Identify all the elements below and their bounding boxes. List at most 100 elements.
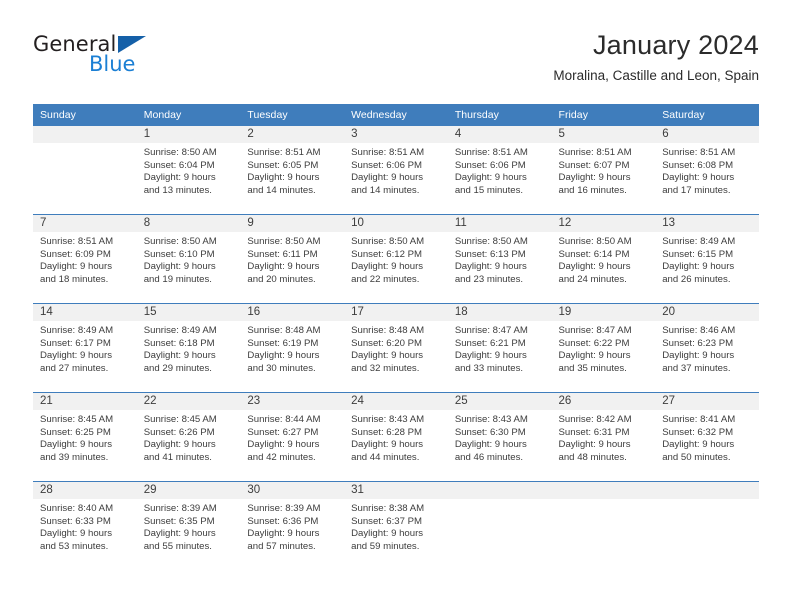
- day-number: 15: [136, 304, 241, 321]
- sunset-text: Sunset: 6:06 PM: [351, 159, 423, 171]
- day-cell[interactable]: [551, 481, 656, 570]
- week-row: 7 Sunrise: 8:51 AM Sunset: 6:09 PM Dayli…: [33, 214, 759, 304]
- day-cell[interactable]: 29 Sunrise: 8:39 AM Sunset: 6:35 PM Dayl…: [136, 481, 241, 570]
- day-cell[interactable]: 19 Sunrise: 8:47 AM Sunset: 6:22 PM Dayl…: [551, 303, 656, 393]
- sunrise-text: Sunrise: 8:51 AM: [662, 147, 736, 158]
- daylight-text-line2: and 37 minutes.: [662, 362, 731, 374]
- daylight-text-line1: Daylight: 9 hours: [247, 172, 320, 184]
- sunrise-text: Sunrise: 8:50 AM: [143, 236, 217, 247]
- sunset-text: Sunset: 6:35 PM: [143, 515, 215, 527]
- day-cell[interactable]: 21 Sunrise: 8:45 AM Sunset: 6:25 PM Dayl…: [33, 392, 137, 482]
- day-cell[interactable]: 26 Sunrise: 8:42 AM Sunset: 6:31 PM Dayl…: [551, 392, 656, 482]
- logo-triangle-icon: [118, 36, 146, 53]
- sunrise-text: Sunrise: 8:51 AM: [558, 147, 632, 158]
- calendar-body: 1 Sunrise: 8:50 AM Sunset: 6:04 PM Dayli…: [33, 126, 759, 570]
- sunset-text: Sunset: 6:18 PM: [143, 337, 215, 349]
- sunrise-text: Sunrise: 8:50 AM: [143, 147, 217, 158]
- day-cell[interactable]: 27 Sunrise: 8:41 AM Sunset: 6:32 PM Dayl…: [655, 392, 759, 482]
- day-cell[interactable]: [33, 126, 137, 215]
- day-number: 21: [33, 393, 137, 410]
- sunrise-text: Sunrise: 8:42 AM: [558, 414, 632, 425]
- day-cell[interactable]: 25 Sunrise: 8:43 AM Sunset: 6:30 PM Dayl…: [447, 392, 552, 482]
- day-number: 11: [447, 215, 552, 232]
- day-number: 19: [551, 304, 656, 321]
- general-blue-logo[interactable]: General Blue: [33, 32, 243, 88]
- day-cell[interactable]: 5 Sunrise: 8:51 AM Sunset: 6:07 PM Dayli…: [551, 126, 656, 215]
- day-cell[interactable]: 13 Sunrise: 8:49 AM Sunset: 6:15 PM Dayl…: [655, 214, 759, 304]
- day-cell[interactable]: 30 Sunrise: 8:39 AM Sunset: 6:36 PM Dayl…: [240, 481, 345, 570]
- day-info: Sunrise: 8:40 AM Sunset: 6:33 PM Dayligh…: [33, 499, 137, 553]
- daylight-text-line1: Daylight: 9 hours: [454, 261, 527, 273]
- daylight-text-line1: Daylight: 9 hours: [558, 439, 631, 451]
- day-cell[interactable]: 11 Sunrise: 8:50 AM Sunset: 6:13 PM Dayl…: [447, 214, 552, 304]
- day-cell[interactable]: 18 Sunrise: 8:47 AM Sunset: 6:21 PM Dayl…: [447, 303, 552, 393]
- sunset-text: Sunset: 6:04 PM: [143, 159, 215, 171]
- day-info: Sunrise: 8:45 AM Sunset: 6:25 PM Dayligh…: [33, 410, 137, 464]
- daylight-text-line1: Daylight: 9 hours: [40, 528, 112, 540]
- day-cell[interactable]: 2 Sunrise: 8:51 AM Sunset: 6:05 PM Dayli…: [240, 126, 345, 215]
- day-number: 23: [240, 393, 345, 410]
- day-number: 24: [344, 393, 448, 410]
- day-number: 31: [344, 482, 448, 499]
- day-number: 3: [344, 126, 448, 143]
- day-info: Sunrise: 8:50 AM Sunset: 6:12 PM Dayligh…: [344, 232, 448, 286]
- day-cell[interactable]: 4 Sunrise: 8:51 AM Sunset: 6:06 PM Dayli…: [447, 126, 552, 215]
- sunrise-text: Sunrise: 8:43 AM: [454, 414, 528, 425]
- daylight-text-line2: and 44 minutes.: [351, 451, 420, 463]
- day-number: 17: [344, 304, 448, 321]
- day-cell[interactable]: 14 Sunrise: 8:49 AM Sunset: 6:17 PM Dayl…: [33, 303, 137, 393]
- day-cell[interactable]: 12 Sunrise: 8:50 AM Sunset: 6:14 PM Dayl…: [551, 214, 656, 304]
- sunrise-text: Sunrise: 8:51 AM: [351, 147, 425, 158]
- sunset-text: Sunset: 6:32 PM: [662, 426, 734, 438]
- daylight-text-line2: and 41 minutes.: [143, 451, 212, 463]
- daylight-text-line2: and 16 minutes.: [558, 184, 627, 196]
- day-number: 10: [344, 215, 448, 232]
- daylight-text-line1: Daylight: 9 hours: [143, 439, 216, 451]
- sunrise-text: Sunrise: 8:51 AM: [454, 147, 528, 158]
- day-cell[interactable]: 3 Sunrise: 8:51 AM Sunset: 6:06 PM Dayli…: [344, 126, 448, 215]
- day-info: Sunrise: 8:51 AM Sunset: 6:06 PM Dayligh…: [448, 143, 552, 197]
- sunrise-sunset-calendar: Sunday Monday Tuesday Wednesday Thursday…: [33, 104, 759, 570]
- day-cell[interactable]: 17 Sunrise: 8:48 AM Sunset: 6:20 PM Dayl…: [344, 303, 448, 393]
- daylight-text-line1: Daylight: 9 hours: [351, 261, 424, 273]
- day-number: 2: [240, 126, 345, 143]
- weekday-header-friday: Friday: [551, 104, 656, 126]
- sunset-text: Sunset: 6:05 PM: [247, 159, 319, 171]
- day-cell[interactable]: 7 Sunrise: 8:51 AM Sunset: 6:09 PM Dayli…: [33, 214, 137, 304]
- day-cell[interactable]: 31 Sunrise: 8:38 AM Sunset: 6:37 PM Dayl…: [344, 481, 448, 570]
- sunset-text: Sunset: 6:09 PM: [40, 248, 111, 260]
- day-cell[interactable]: 10 Sunrise: 8:50 AM Sunset: 6:12 PM Dayl…: [344, 214, 448, 304]
- day-cell[interactable]: 9 Sunrise: 8:50 AM Sunset: 6:11 PM Dayli…: [240, 214, 345, 304]
- day-cell[interactable]: 24 Sunrise: 8:43 AM Sunset: 6:28 PM Dayl…: [344, 392, 448, 482]
- daylight-text-line2: and 30 minutes.: [247, 362, 316, 374]
- day-cell[interactable]: 6 Sunrise: 8:51 AM Sunset: 6:08 PM Dayli…: [655, 126, 759, 215]
- sunset-text: Sunset: 6:15 PM: [662, 248, 734, 260]
- daylight-text-line2: and 20 minutes.: [247, 273, 316, 285]
- day-info: Sunrise: 8:50 AM Sunset: 6:13 PM Dayligh…: [448, 232, 552, 286]
- day-cell[interactable]: 15 Sunrise: 8:49 AM Sunset: 6:18 PM Dayl…: [136, 303, 241, 393]
- day-info: Sunrise: 8:39 AM Sunset: 6:36 PM Dayligh…: [240, 499, 344, 553]
- day-cell[interactable]: 28 Sunrise: 8:40 AM Sunset: 6:33 PM Dayl…: [33, 481, 137, 570]
- sunset-text: Sunset: 6:25 PM: [40, 426, 111, 438]
- day-number: 20: [655, 304, 759, 321]
- sunrise-text: Sunrise: 8:51 AM: [40, 236, 114, 247]
- day-cell[interactable]: 16 Sunrise: 8:48 AM Sunset: 6:19 PM Dayl…: [240, 303, 345, 393]
- day-info: [552, 499, 656, 503]
- day-cell[interactable]: 22 Sunrise: 8:45 AM Sunset: 6:26 PM Dayl…: [136, 392, 241, 482]
- day-info: Sunrise: 8:42 AM Sunset: 6:31 PM Dayligh…: [552, 410, 656, 464]
- weekday-header-monday: Monday: [136, 104, 241, 126]
- day-cell[interactable]: [655, 481, 759, 570]
- day-cell[interactable]: 20 Sunrise: 8:46 AM Sunset: 6:23 PM Dayl…: [655, 303, 759, 393]
- day-cell[interactable]: [447, 481, 552, 570]
- daylight-text-line1: Daylight: 9 hours: [143, 350, 216, 362]
- sunset-text: Sunset: 6:11 PM: [247, 248, 318, 260]
- day-cell[interactable]: 1 Sunrise: 8:50 AM Sunset: 6:04 PM Dayli…: [136, 126, 241, 215]
- day-cell[interactable]: 23 Sunrise: 8:44 AM Sunset: 6:27 PM Dayl…: [240, 392, 345, 482]
- daylight-text-line2: and 17 minutes.: [662, 184, 731, 196]
- sunset-text: Sunset: 6:14 PM: [558, 248, 630, 260]
- daylight-text-line2: and 33 minutes.: [454, 362, 524, 374]
- sunrise-text: Sunrise: 8:47 AM: [558, 325, 632, 336]
- sunrise-text: Sunrise: 8:39 AM: [247, 503, 321, 514]
- day-info: Sunrise: 8:51 AM Sunset: 6:08 PM Dayligh…: [655, 143, 759, 197]
- day-cell[interactable]: 8 Sunrise: 8:50 AM Sunset: 6:10 PM Dayli…: [136, 214, 241, 304]
